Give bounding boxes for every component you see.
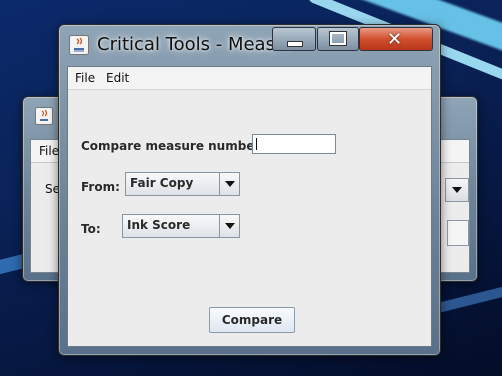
chevron-down-icon xyxy=(224,223,235,229)
to-select-value: Ink Score xyxy=(127,218,191,232)
chevron-down-icon xyxy=(224,181,235,187)
compare-button[interactable]: Compare xyxy=(209,307,295,333)
chevron-down-icon xyxy=(452,187,462,193)
menu-file[interactable]: File xyxy=(39,144,59,158)
window-title: Critical Tools - Meas... xyxy=(97,34,293,55)
to-label: To: xyxy=(81,222,101,236)
to-select-arrow[interactable] xyxy=(219,215,239,237)
to-select[interactable]: Ink Score xyxy=(122,214,240,238)
from-select-arrow[interactable] xyxy=(219,173,239,195)
close-icon: ✕ xyxy=(387,29,403,50)
minimize-icon xyxy=(287,41,303,47)
from-select-value: Fair Copy xyxy=(130,176,194,190)
from-select[interactable]: Fair Copy xyxy=(125,172,240,196)
menubar: File Edit xyxy=(68,67,431,90)
java-icon xyxy=(69,35,89,55)
background-combo-arrow[interactable] xyxy=(445,178,469,202)
menu-file[interactable]: File xyxy=(75,71,95,85)
compare-measure-label: Compare measure number: xyxy=(81,139,266,153)
measure-number-input[interactable] xyxy=(252,134,336,154)
from-label: From: xyxy=(81,180,120,194)
window-client: File Edit Compare measure number: From: … xyxy=(67,66,432,347)
text-caret xyxy=(256,138,257,150)
java-icon xyxy=(35,107,53,125)
maximize-icon xyxy=(329,31,347,46)
title-bar[interactable]: Critical Tools - Meas... ✕ xyxy=(59,25,440,65)
background-button-edge[interactable] xyxy=(447,220,469,246)
menu-edit[interactable]: Edit xyxy=(106,71,129,85)
critical-tools-window[interactable]: Critical Tools - Meas... ✕ File Edit Com… xyxy=(58,24,441,356)
maximize-button[interactable] xyxy=(317,27,359,51)
close-button[interactable]: ✕ xyxy=(359,27,433,51)
minimize-button[interactable] xyxy=(272,27,316,51)
